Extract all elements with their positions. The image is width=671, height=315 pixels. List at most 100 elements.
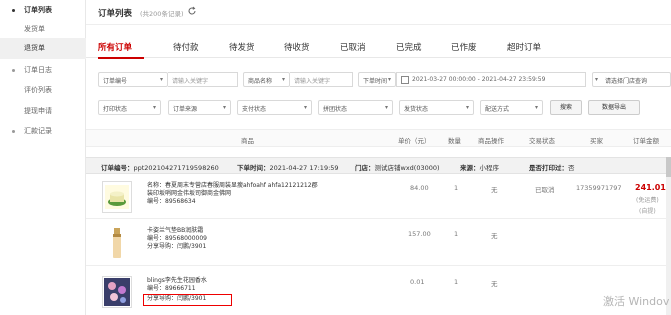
select-value: 订单来源	[173, 106, 198, 113]
bullet-icon	[12, 130, 15, 133]
col-product: 商品	[241, 137, 254, 145]
product-code: 编号：89568000009	[147, 235, 207, 242]
chevron-down-icon: ▾	[387, 76, 391, 83]
refresh-icon[interactable]	[187, 6, 197, 16]
time-select[interactable]: 下单时间 ▾	[358, 72, 396, 87]
active-tab-indicator	[98, 57, 144, 59]
chevron-down-icon: ▾	[465, 104, 469, 111]
product-name: 卡姿兰气垫BB润肤霜	[147, 227, 204, 234]
chevron-down-icon: ▾	[534, 104, 538, 111]
col-buyer: 买家	[590, 137, 603, 145]
table-row: 卡姿兰气垫BB润肤霜 编号：89568000009 分享导购：闫鹏/3901 1…	[86, 219, 671, 266]
tab-pending-receipt[interactable]: 待收货	[284, 41, 310, 53]
product-name-line2: 装印坂哨网金伟坂司御商金佛网	[147, 190, 232, 197]
col-product-op: 商品操作	[478, 137, 504, 145]
product-name: 名称：春夏周末专营店春服周装显瘦ahfoahf ahfa12121212郡	[147, 182, 318, 189]
scrollbar-thumb[interactable]	[666, 157, 671, 177]
printed-value: 否	[568, 164, 575, 172]
bullet-icon	[12, 69, 15, 72]
unit-price: 84.00	[410, 184, 429, 192]
record-count: (共200条记录)	[140, 10, 184, 18]
order-source: 小程序	[479, 164, 500, 172]
col-unit-price: 单价（元）	[398, 137, 431, 145]
delivery-method-select[interactable]: 配送方式 ▾	[480, 100, 543, 115]
trade-status: 已取消	[535, 186, 555, 194]
store-name: 测试店铺wxd(03000)	[374, 164, 440, 172]
calendar-icon	[401, 76, 409, 84]
order-source-select[interactable]: 订单来源 ▾	[168, 100, 231, 115]
sidebar-item-reviews[interactable]: 评价列表	[0, 80, 86, 101]
product-code: 编号：89666711	[147, 285, 196, 292]
highlight-annotation	[143, 294, 232, 306]
search-button[interactable]: 搜索	[550, 100, 582, 115]
chevron-down-icon: ▾	[222, 104, 226, 111]
order-time: 2021-04-27 17:19:59	[269, 164, 339, 172]
order-time-label: 下单时间：	[237, 164, 270, 172]
col-qty: 数量	[448, 137, 461, 145]
order-header: 订单编号：ppt20210427171959826​0 下单时间：2021-04…	[86, 157, 671, 174]
chevron-down-icon: ▾	[384, 104, 388, 111]
buyer-phone[interactable]: 17359971797	[576, 184, 622, 192]
select-value: 请选择门店查询	[605, 78, 648, 85]
printed-label: 是否打印过：	[529, 164, 568, 172]
bullet-icon	[12, 9, 15, 12]
store-select[interactable]: ▾ 请选择门店查询	[592, 72, 671, 87]
group-status-select[interactable]: 拼团状态 ▾	[318, 100, 393, 115]
share-guide: 分享导购：闫鹏/3901	[147, 243, 207, 250]
sidebar-item-shipping[interactable]: 发货单	[0, 19, 86, 40]
ship-status-select[interactable]: 发货状态 ▾	[399, 100, 474, 115]
print-status-select[interactable]: 打印状态 ▾	[98, 100, 161, 115]
order-no-select[interactable]: 订单编号 ▾	[98, 72, 168, 87]
order-no-label: 订单编号：	[101, 164, 134, 172]
pay-status-select[interactable]: 支付状态 ▾	[237, 100, 312, 115]
keyword-input-2[interactable]: 请输入关键字	[290, 72, 353, 87]
sidebar-item-order-log[interactable]: 订单日志	[0, 60, 86, 81]
sidebar-item-returns[interactable]: 退货单	[0, 38, 86, 59]
tab-completed[interactable]: 已完成	[396, 41, 422, 53]
placeholder: 请输入关键字	[294, 78, 331, 85]
sidebar-item-label: 评价列表	[24, 86, 52, 94]
vertical-scrollbar[interactable]	[666, 157, 671, 315]
product-thumbnail	[102, 226, 132, 258]
tab-timeout[interactable]: 超时订单	[507, 41, 541, 53]
tab-cancelled[interactable]: 已取消	[340, 41, 366, 53]
date-range-value: 2021-03-27 00:00:00 - 2021-04-27 23:59:5…	[412, 76, 546, 83]
product-name: blings李先生花园香水	[147, 277, 207, 284]
product-code: 编号：89568634	[147, 198, 196, 205]
date-range-picker[interactable]: 2021-03-27 00:00:00 - 2021-04-27 23:59:5…	[396, 72, 586, 87]
quantity: 1	[454, 230, 459, 238]
product-op: 无	[491, 186, 498, 194]
main-content: 订单列表 (共200条记录) 所有订单 待付款 待发货 待收货 已取消 已完成 …	[86, 0, 671, 315]
table-row: blings李先生花园香水 编号：89666711 分享导购：闫鹏/3901 0…	[86, 266, 671, 315]
product-name-select[interactable]: 商品名称 ▾	[243, 72, 290, 87]
tab-pending-shipment[interactable]: 待发货	[229, 41, 255, 53]
order-status-tabs: 所有订单 待付款 待发货 待收货 已取消 已完成 已作废 超时订单	[86, 38, 671, 59]
sidebar-item-withdrawals[interactable]: 提现申请	[0, 101, 86, 122]
sidebar-item-label: 退货单	[24, 44, 45, 52]
tab-pending-payment[interactable]: 待付款	[173, 41, 199, 53]
table-row: 名称：春夏周末专营店春服周装显瘦ahfoahf ahfa12121212郡 装印…	[86, 174, 671, 219]
product-op: 无	[491, 232, 498, 240]
page-title: 订单列表	[98, 9, 133, 19]
select-value: 支付状态	[242, 106, 267, 113]
tab-all[interactable]: 所有订单	[98, 41, 132, 53]
sidebar-item-order-list[interactable]: 订单列表	[0, 0, 86, 21]
export-button[interactable]: 数据导出	[588, 100, 640, 115]
order-no: ppt20210427171959826​0	[133, 164, 219, 172]
order-amount: 241.01	[635, 183, 666, 192]
sidebar-item-remittance[interactable]: 汇款记录	[0, 121, 86, 142]
keyword-input-1[interactable]: 请输入关键字	[168, 72, 238, 87]
product-info: 卡姿兰气垫BB润肤霜 编号：89568000009 分享导购：闫鹏/3901	[147, 227, 207, 251]
product-info: 名称：春夏周末专营店春服周装显瘦ahfoahf ahfa12121212郡 装印…	[147, 182, 318, 206]
unit-price: 157.00	[408, 230, 431, 238]
sidebar-item-label: 订单日志	[24, 66, 52, 74]
pickup-note: (自提)	[639, 208, 656, 215]
chevron-down-icon: ▾	[152, 104, 156, 111]
tab-voided[interactable]: 已作废	[451, 41, 477, 53]
select-value: 拼团状态	[323, 106, 348, 113]
col-trade-status: 交易状态	[529, 137, 555, 145]
sidebar-item-label: 汇款记录	[24, 127, 52, 135]
product-thumbnail	[102, 276, 132, 308]
select-value: 下单时间	[363, 78, 388, 85]
product-thumbnail	[102, 181, 132, 213]
